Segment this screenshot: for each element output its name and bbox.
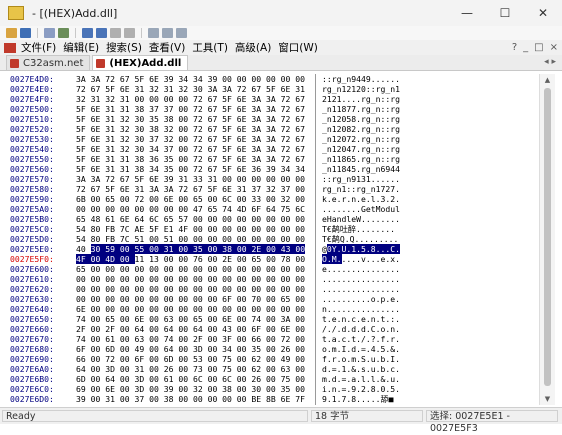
- scroll-down-icon[interactable]: ▼: [540, 393, 555, 405]
- tab-icon: [10, 58, 19, 68]
- menu-edit[interactable]: 编辑(E): [63, 40, 99, 55]
- menu-search[interactable]: 搜索(S): [106, 40, 142, 55]
- save-icon[interactable]: [20, 28, 31, 38]
- minimize-button[interactable]: —: [448, 0, 486, 26]
- row-ascii[interactable]: ......He滔.鐃[: [322, 404, 430, 405]
- tab-c32asm[interactable]: C32asm.net: [6, 55, 91, 70]
- next-icon[interactable]: [96, 28, 107, 38]
- toolbar-divider: [141, 28, 142, 38]
- tab-bar: C32asm.net (HEX)Add.dll ◂ ▸: [0, 55, 562, 71]
- vertical-scrollbar[interactable]: ▲ ▼: [539, 74, 555, 405]
- goto-icon[interactable]: [162, 28, 173, 38]
- row-address: 0027E6E0:: [10, 404, 76, 405]
- hex-ascii-divider: [315, 74, 316, 405]
- menu-view[interactable]: 查看(V): [149, 40, 185, 55]
- toolbar-divider: [37, 28, 38, 38]
- menu-bar: 文件(F) 编辑(E) 搜索(S) 查看(V) 工具(T) 高级(A) 窗口(W…: [0, 40, 562, 55]
- status-selection: 选择: 0027E5E1 - 0027E5F3: [426, 410, 558, 434]
- mdi-restore-button[interactable]: □: [534, 42, 543, 53]
- menu-advanced[interactable]: 高级(A): [235, 40, 271, 55]
- menu-window[interactable]: 窗口(W): [278, 40, 318, 55]
- prev-icon[interactable]: [82, 28, 93, 38]
- app-icon: [8, 6, 24, 20]
- status-bar: Ready 18 字节 选择: 0027E5E1 - 0027E5F3: [0, 407, 562, 434]
- toolbar-divider: [75, 28, 76, 38]
- undo-icon[interactable]: [110, 28, 121, 38]
- status-ready: Ready: [2, 410, 308, 422]
- open-icon[interactable]: [6, 28, 17, 38]
- menu-tools[interactable]: 工具(T): [192, 40, 228, 55]
- row-hex-bytes[interactable]: 00 00 00 00 00 00 48 65 9C 67 01 95 9A 5…: [76, 404, 314, 405]
- status-size: 18 字节: [311, 410, 423, 422]
- doc-icon: [4, 42, 16, 53]
- find-icon[interactable]: [58, 28, 69, 38]
- tab-label: (HEX)Add.dll: [109, 57, 182, 69]
- copy-icon[interactable]: [44, 28, 55, 38]
- window-title: - [(HEX)Add.dll]: [32, 6, 118, 20]
- menu-file[interactable]: 文件(F): [21, 40, 56, 55]
- toolbar: [0, 26, 562, 40]
- maximize-button[interactable]: ☐: [486, 0, 524, 26]
- settings-icon[interactable]: [176, 28, 187, 38]
- tab-scroll-arrows[interactable]: ◂ ▸: [544, 57, 556, 67]
- mdi-minimize-button[interactable]: _: [523, 42, 528, 53]
- scroll-up-icon[interactable]: ▲: [540, 74, 555, 86]
- hex-view[interactable]: 0027E4D0: 3A 3A 72 67 5F 6E 39 34 34 39 0…: [10, 74, 554, 405]
- scroll-thumb[interactable]: [544, 88, 551, 386]
- help-button[interactable]: ?: [512, 42, 517, 53]
- redo-icon[interactable]: [124, 28, 135, 38]
- title-bar: - [(HEX)Add.dll] — ☐ ✕: [0, 0, 562, 27]
- mdi-close-button[interactable]: ×: [550, 42, 558, 53]
- tab-icon: [96, 58, 106, 68]
- bookmark-icon[interactable]: [148, 28, 159, 38]
- tab-hex-add-dll[interactable]: (HEX)Add.dll: [92, 55, 189, 70]
- tab-label: C32asm.net: [23, 57, 84, 69]
- close-button[interactable]: ✕: [524, 0, 562, 26]
